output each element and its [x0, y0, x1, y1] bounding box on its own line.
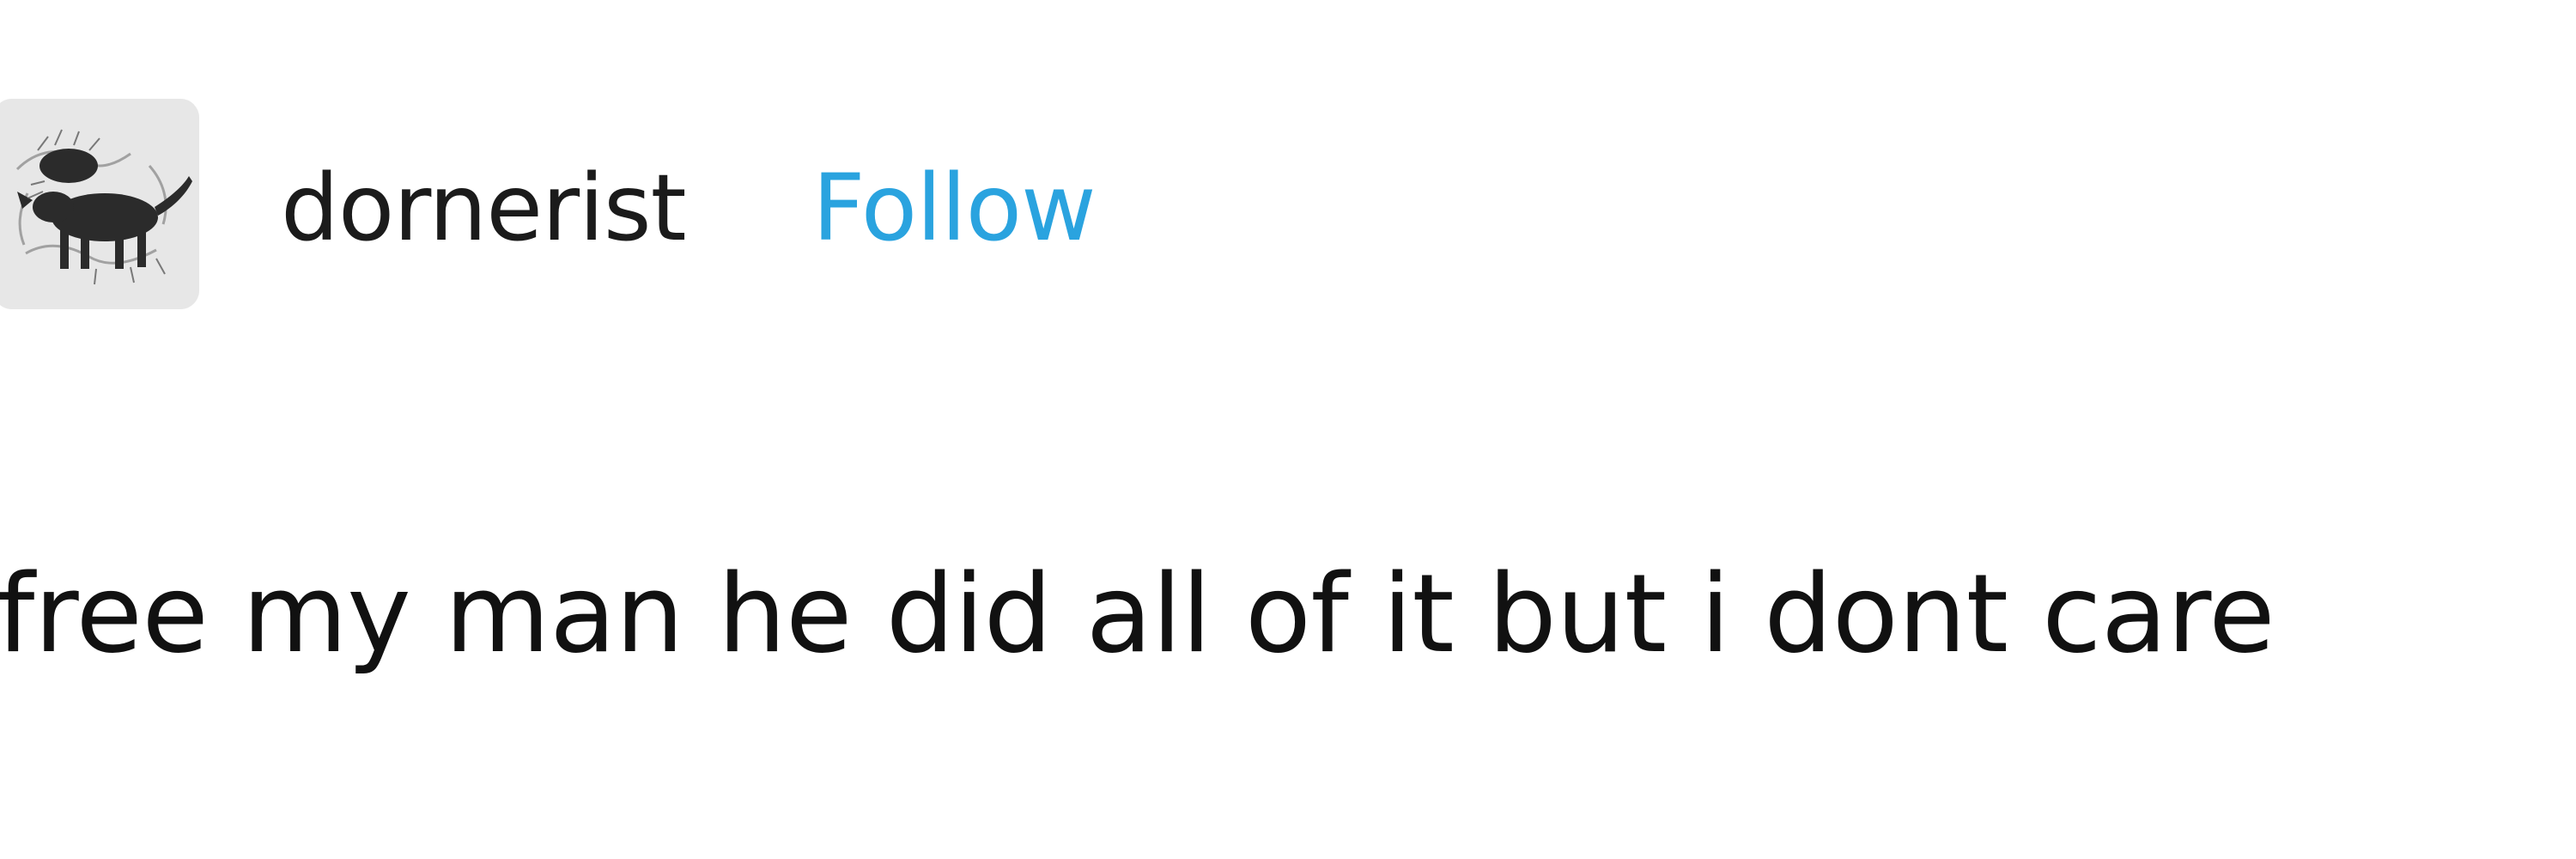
follow-button[interactable]: Follow: [812, 153, 1097, 265]
post-body-text: free my man he did all of it but i dont …: [0, 551, 2275, 677]
username[interactable]: dornerist: [281, 153, 687, 265]
avatar[interactable]: [0, 99, 199, 309]
dog-sketch-avatar-icon: [0, 99, 199, 309]
post-card: dornerist Follow free my man he did all …: [0, 0, 2576, 859]
